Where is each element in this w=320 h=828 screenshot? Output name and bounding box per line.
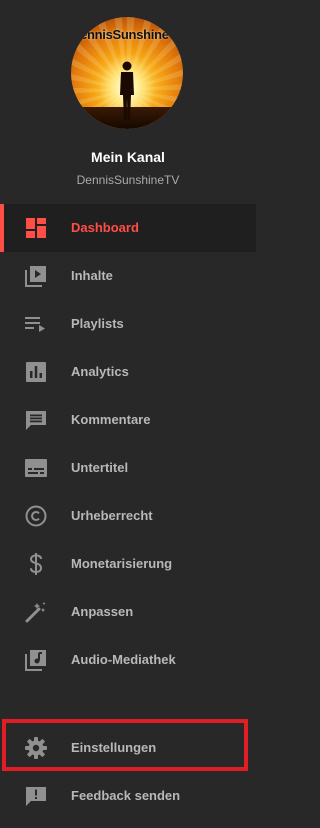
nav-item-label: Analytics xyxy=(71,364,129,379)
feedback-icon xyxy=(24,784,48,808)
nav-item-label: Dashboard xyxy=(71,220,139,235)
nav-item-playlists[interactable]: Playlists xyxy=(0,300,256,348)
dashboard-icon xyxy=(24,216,48,240)
nav-item-untertitel[interactable]: Untertitel xyxy=(0,444,256,492)
nav-item-label: Audio-Mediathek xyxy=(71,652,176,667)
bottom-nav: Einstellungen Feedback senden xyxy=(0,724,256,820)
nav-item-label: Einstellungen xyxy=(71,740,157,755)
nav-item-kommentare[interactable]: Kommentare xyxy=(0,396,256,444)
nav-item-monetarisierung[interactable]: Monetarisierung xyxy=(0,540,256,588)
comment-icon xyxy=(24,408,48,432)
subtitles-icon xyxy=(24,456,48,480)
analytics-icon xyxy=(24,360,48,384)
nav-item-label: Feedback senden xyxy=(71,788,181,803)
nav-item-label: Urheberrecht xyxy=(71,508,153,523)
nav-item-label: Inhalte xyxy=(71,268,113,283)
magic-wand-icon xyxy=(24,600,48,624)
channel-title[interactable]: Mein Kanal xyxy=(0,149,256,165)
nav-item-label: Monetarisierung xyxy=(71,556,173,571)
channel-handle: DennisSunshineTV xyxy=(76,173,180,187)
nav-item-dashboard[interactable]: Dashboard xyxy=(0,204,256,252)
nav-item-label: Anpassen xyxy=(71,604,134,619)
active-indicator xyxy=(0,204,4,252)
content-icon xyxy=(24,264,48,288)
nav-item-inhalte[interactable]: Inhalte xyxy=(0,252,256,300)
copyright-icon xyxy=(24,504,48,528)
channel-avatar[interactable]: DennisSunshineTV xyxy=(71,17,183,129)
avatar-silhouette xyxy=(120,61,134,121)
nav-item-feedback-senden[interactable]: Feedback senden xyxy=(0,772,256,820)
main-nav: Dashboard Inhalte Playlists Analytics Ko… xyxy=(0,204,256,684)
nav-item-anpassen[interactable]: Anpassen xyxy=(0,588,256,636)
gear-icon xyxy=(24,736,48,760)
studio-sidebar: DennisSunshineTV Mein Kanal DennisSunshi… xyxy=(0,0,256,828)
nav-item-label: Untertitel xyxy=(71,460,129,475)
nav-item-audio-mediathek[interactable]: Audio-Mediathek xyxy=(0,636,256,684)
nav-item-analytics[interactable]: Analytics xyxy=(0,348,256,396)
dollar-icon xyxy=(24,552,48,576)
avatar-text: DennisSunshineTV xyxy=(71,27,183,42)
playlist-icon xyxy=(24,312,48,336)
nav-item-label: Playlists xyxy=(71,316,124,331)
audio-library-icon xyxy=(24,648,48,672)
nav-item-urheberrecht[interactable]: Urheberrecht xyxy=(0,492,256,540)
nav-item-label: Kommentare xyxy=(71,412,151,427)
nav-item-einstellungen[interactable]: Einstellungen xyxy=(0,724,256,772)
